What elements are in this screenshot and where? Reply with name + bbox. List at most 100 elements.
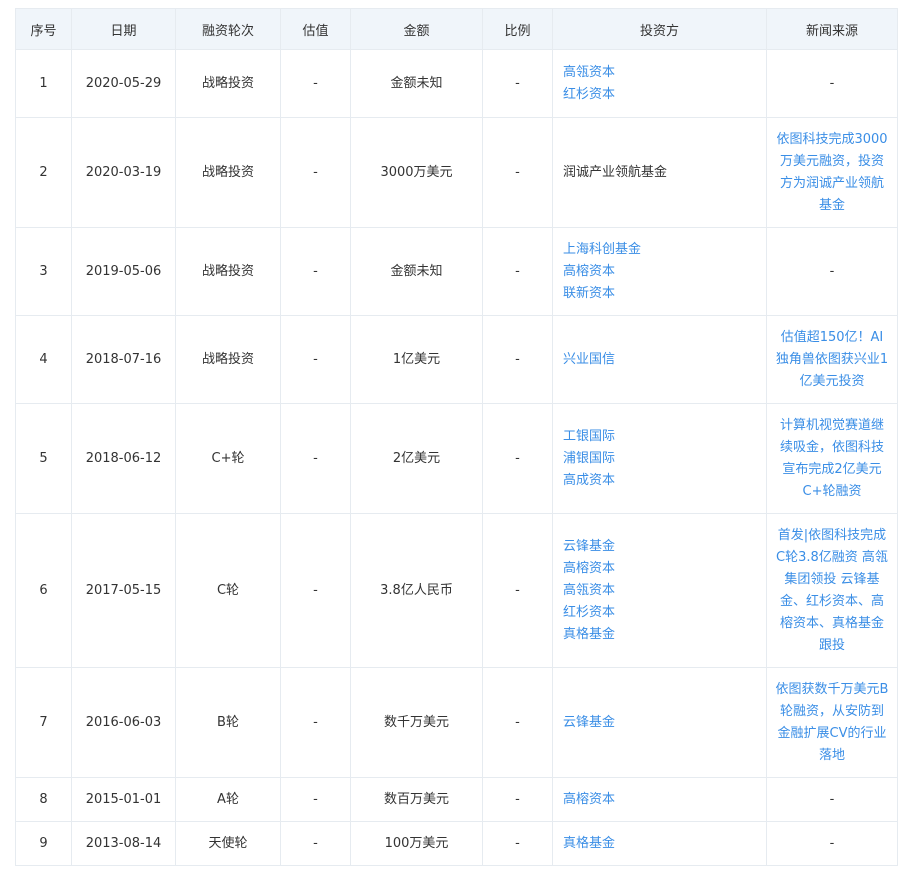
cell-round: 战略投资 xyxy=(175,315,281,404)
cell-amount: 3000万美元 xyxy=(350,117,483,228)
cell-investors: 兴业国信 xyxy=(552,315,767,404)
cell-date: 2019-05-06 xyxy=(71,227,176,316)
cell-ratio: - xyxy=(482,777,553,822)
cell-investors: 上海科创基金 高榕资本 联新资本 xyxy=(552,227,767,316)
cell-no: 6 xyxy=(15,513,72,668)
news-link[interactable]: 首发|依图科技完成C轮3.8亿融资 高瓴集团领投 云锋基金、红杉资本、高榕资本、… xyxy=(776,528,888,653)
table-row: 1 2020-05-29 战略投资 - 金额未知 - 高瓴资本 红杉资本 - xyxy=(15,49,898,118)
cell-round: C+轮 xyxy=(175,403,281,514)
cell-no: 8 xyxy=(15,777,72,822)
table-row: 2 2020-03-19 战略投资 -3000万美元 - 润诚产业领航基金 依图科技完成30… xyxy=(15,117,898,228)
cell-round: C轮 xyxy=(175,513,281,668)
cell-valuation: - xyxy=(280,49,351,118)
investor-link[interactable]: 高榕资本 xyxy=(563,261,766,283)
investor-link[interactable]: 高瓴资本 xyxy=(563,580,766,602)
cell-valuation: - xyxy=(280,403,351,514)
header-no: 序号 xyxy=(15,8,72,50)
cell-ratio: - xyxy=(482,117,553,228)
investor-link[interactable]: 高成资本 xyxy=(563,470,766,492)
news-empty: - xyxy=(829,835,835,851)
news-link[interactable]: 估值超150亿！AI独角兽依图获兴业1亿美元投资 xyxy=(776,330,888,389)
cell-date: 2018-07-16 xyxy=(71,315,176,404)
financing-table: 序号 日期 融资轮次 估值 金额 比例 投资方 新闻来源 1 2020-05-29… xyxy=(15,8,898,866)
cell-amount: 金额未知 xyxy=(350,49,483,118)
cell-investors: 工银国际 浦银国际 高成资本 xyxy=(552,403,767,514)
cell-valuation: - xyxy=(280,117,351,228)
table-row: 5 2018-06-12 C+轮 -2亿美元 - 工银国际 浦银国际 高成资本 计算机视觉赛道继… xyxy=(15,403,898,514)
investor-link[interactable]: 联新资本 xyxy=(563,283,766,305)
investor-link[interactable]: 浦银国际 xyxy=(563,448,766,470)
header-date: 日期 xyxy=(71,8,176,50)
table-header-row: 序号 日期 融资轮次 估值 金额 比例 投资方 新闻来源 xyxy=(15,8,898,50)
cell-no: 5 xyxy=(15,403,72,514)
cell-ratio: - xyxy=(482,667,553,778)
investor-link[interactable]: 云锋基金 xyxy=(563,536,766,558)
investor-link[interactable]: 真格基金 xyxy=(563,833,766,855)
cell-date: 2016-06-03 xyxy=(71,667,176,778)
investor-link[interactable]: 红杉资本 xyxy=(563,602,766,624)
header-investors: 投资方 xyxy=(552,8,767,50)
cell-ratio: - xyxy=(482,49,553,118)
table-row: 8 2015-01-01 A轮 - 数百万美元 - 高榕资本 - xyxy=(15,777,898,822)
cell-amount: 数千万美元 xyxy=(350,667,483,778)
cell-news: 首发|依图科技完成C轮3.8亿融资 高瓴集团领投 云锋基金、红杉资本、高榕资本、… xyxy=(766,513,898,668)
cell-investors: 云锋基金 xyxy=(552,667,767,778)
cell-valuation: - xyxy=(280,513,351,668)
investor-link[interactable]: 真格基金 xyxy=(563,624,766,646)
cell-date: 2015-01-01 xyxy=(71,777,176,822)
cell-investors: 高榕资本 xyxy=(552,777,767,822)
investor-link[interactable]: 高榕资本 xyxy=(563,789,766,811)
header-news: 新闻来源 xyxy=(766,8,898,50)
table-row: 6 2017-05-15 C轮 -3.8亿人民币 - 云锋基金 高榕资本 高瓴资本 红杉资本 真格… xyxy=(15,513,898,668)
cell-valuation: - xyxy=(280,315,351,404)
cell-amount: 数百万美元 xyxy=(350,777,483,822)
cell-round: A轮 xyxy=(175,777,281,822)
cell-round: 战略投资 xyxy=(175,49,281,118)
cell-no: 3 xyxy=(15,227,72,316)
cell-news: - xyxy=(766,49,898,118)
cell-ratio: - xyxy=(482,227,553,316)
cell-amount: 金额未知 xyxy=(350,227,483,316)
cell-amount: 3.8亿人民币 xyxy=(350,513,483,668)
cell-news: - xyxy=(766,227,898,316)
investor-link[interactable]: 兴业国信 xyxy=(563,349,766,371)
news-link[interactable]: 计算机视觉赛道继续吸金，依图科技宣布完成2亿美元C+轮融资 xyxy=(780,418,884,499)
investor-link[interactable]: 上海科创基金 xyxy=(563,239,766,261)
cell-round: B轮 xyxy=(175,667,281,778)
investor-link[interactable]: 高瓴资本 xyxy=(563,62,766,84)
news-link[interactable]: 依图获数千万美元B轮融资，从安防到金融扩展CV的行业落地 xyxy=(776,682,889,763)
cell-date: 2020-03-19 xyxy=(71,117,176,228)
table-row: 7 2016-06-03 B轮 - 数千万美元 - 云锋基金 依图获数千万美元B轮融资，从安防… xyxy=(15,667,898,778)
cell-news: 估值超150亿！AI独角兽依图获兴业1亿美元投资 xyxy=(766,315,898,404)
cell-date: 2018-06-12 xyxy=(71,403,176,514)
news-empty: - xyxy=(829,263,835,279)
investor-link[interactable]: 工银国际 xyxy=(563,426,766,448)
cell-valuation: - xyxy=(280,667,351,778)
cell-news: 依图获数千万美元B轮融资，从安防到金融扩展CV的行业落地 xyxy=(766,667,898,778)
cell-no: 4 xyxy=(15,315,72,404)
cell-ratio: - xyxy=(482,403,553,514)
cell-investors: 润诚产业领航基金 xyxy=(552,117,767,228)
news-empty: - xyxy=(829,791,835,807)
investor-link[interactable]: 红杉资本 xyxy=(563,84,766,106)
news-link[interactable]: 依图科技完成3000万美元融资，投资方为润诚产业领航基金 xyxy=(776,132,887,213)
cell-valuation: - xyxy=(280,821,351,866)
table-body: 1 2020-05-29 战略投资 - 金额未知 - 高瓴资本 红杉资本 -2 2020-03-1… xyxy=(15,49,898,866)
investor-link[interactable]: 云锋基金 xyxy=(563,712,766,734)
cell-round: 战略投资 xyxy=(175,227,281,316)
cell-investors: 真格基金 xyxy=(552,821,767,866)
cell-valuation: - xyxy=(280,227,351,316)
cell-news: 计算机视觉赛道继续吸金，依图科技宣布完成2亿美元C+轮融资 xyxy=(766,403,898,514)
table-row: 9 2013-08-14 天使轮 -100万美元 - 真格基金 - xyxy=(15,821,898,866)
cell-no: 9 xyxy=(15,821,72,866)
cell-ratio: - xyxy=(482,513,553,668)
cell-date: 2017-05-15 xyxy=(71,513,176,668)
investor-link[interactable]: 高榕资本 xyxy=(563,558,766,580)
cell-ratio: - xyxy=(482,315,553,404)
cell-news: - xyxy=(766,821,898,866)
cell-amount: 100万美元 xyxy=(350,821,483,866)
header-ratio: 比例 xyxy=(482,8,553,50)
cell-investors: 云锋基金 高榕资本 高瓴资本 红杉资本 真格基金 xyxy=(552,513,767,668)
cell-news: 依图科技完成3000万美元融资，投资方为润诚产业领航基金 xyxy=(766,117,898,228)
cell-date: 2020-05-29 xyxy=(71,49,176,118)
